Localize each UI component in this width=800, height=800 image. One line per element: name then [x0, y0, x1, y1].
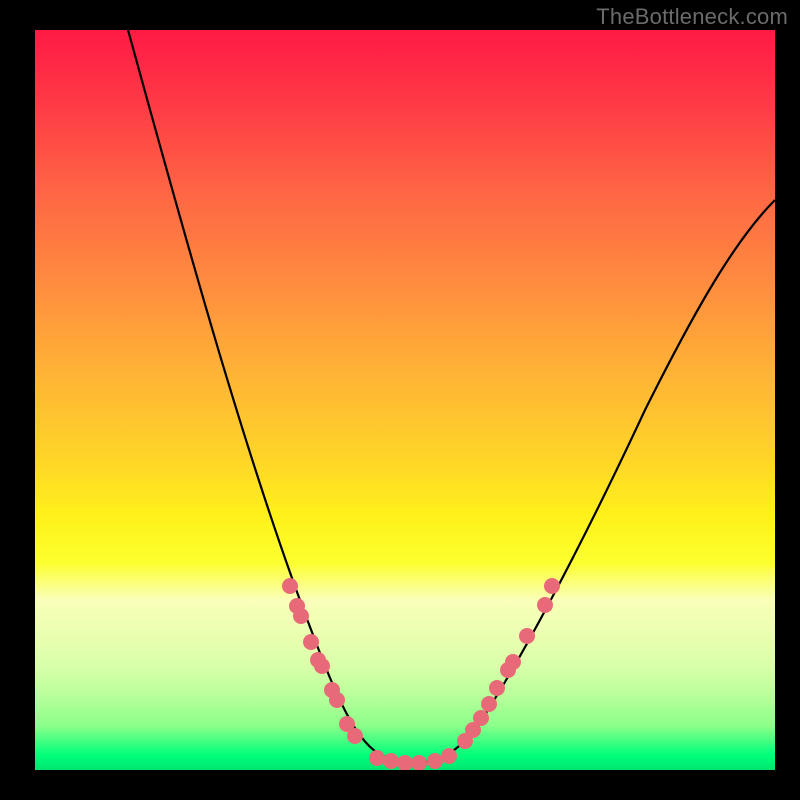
plot-area [35, 30, 775, 770]
data-marker [441, 748, 457, 764]
data-marker [293, 608, 309, 624]
data-marker [397, 755, 413, 770]
data-marker [427, 753, 443, 769]
watermark-text: TheBottleneck.com [596, 4, 788, 30]
data-marker [544, 578, 560, 594]
bottleneck-curve [128, 30, 775, 762]
data-marker [411, 755, 427, 770]
data-marker [303, 634, 319, 650]
data-marker [481, 696, 497, 712]
data-marker [519, 628, 535, 644]
data-marker [537, 597, 553, 613]
data-marker [282, 578, 298, 594]
data-marker [369, 750, 385, 766]
data-marker [314, 658, 330, 674]
data-marker [383, 753, 399, 769]
data-marker [329, 692, 345, 708]
chart-stage: TheBottleneck.com [0, 0, 800, 800]
data-marker [489, 680, 505, 696]
data-marker [347, 728, 363, 744]
data-marker [473, 710, 489, 726]
marker-group [282, 578, 560, 770]
data-marker [505, 654, 521, 670]
curve-layer [35, 30, 775, 770]
